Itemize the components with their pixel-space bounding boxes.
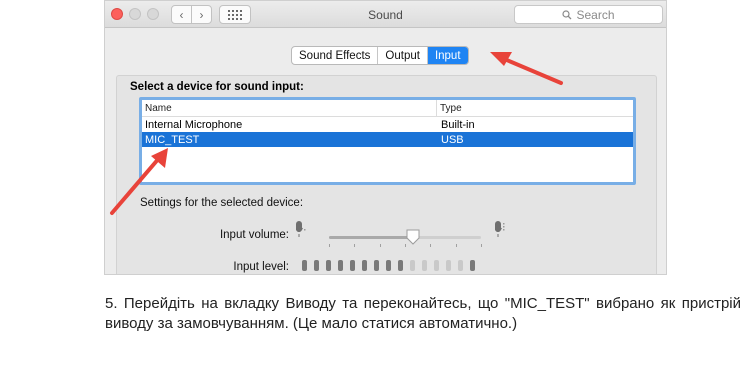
column-header-type[interactable]: Type: [436, 100, 462, 116]
level-segment: [314, 260, 319, 271]
slider-knob[interactable]: [406, 229, 420, 245]
slider-tick: [430, 244, 431, 247]
level-segment: [398, 260, 403, 271]
slider-tick: [405, 244, 406, 247]
input-volume-label: Input volume:: [219, 229, 289, 241]
level-segment: [326, 260, 331, 271]
table-header: Name Type: [142, 100, 633, 117]
slider-ticks: [329, 244, 482, 248]
table-row[interactable]: Internal Microphone Built-in: [142, 117, 633, 132]
sound-preferences-window: ‹ › Sound Search Sound Effects Output In…: [104, 0, 667, 275]
search-field[interactable]: Search: [514, 5, 663, 24]
level-segment: [386, 260, 391, 271]
instruction-caption: 5. Перейдіть на вкладку Виводу та переко…: [105, 295, 741, 332]
input-level-label: Input level:: [233, 261, 289, 273]
level-segment: [350, 260, 355, 271]
device-type: USB: [441, 133, 464, 146]
title-bar: ‹ › Sound Search: [105, 1, 666, 28]
level-segment: [374, 260, 379, 271]
level-segment: [362, 260, 367, 271]
input-volume-slider[interactable]: [329, 229, 481, 245]
level-segment: [422, 260, 427, 271]
search-placeholder: Search: [576, 7, 615, 22]
slider-tick: [380, 244, 381, 247]
section-title: Select a device for sound input:: [130, 81, 304, 93]
input-device-table[interactable]: Name Type Internal Microphone Built-in M…: [139, 97, 636, 185]
column-header-name[interactable]: Name: [142, 103, 436, 114]
slider-tick: [329, 244, 330, 247]
slider-tick: [456, 244, 457, 247]
slider-tick: [354, 244, 355, 247]
device-type: Built-in: [441, 118, 475, 131]
device-name: MIC_TEST: [145, 133, 200, 146]
level-segment: [458, 260, 463, 271]
search-icon: [562, 9, 572, 19]
input-level-meter: [302, 260, 475, 271]
device-name: Internal Microphone: [145, 118, 243, 131]
level-segment: [410, 260, 415, 271]
microphone-high-icon: [495, 221, 505, 237]
level-segment: [434, 260, 439, 271]
level-segment: [302, 260, 307, 271]
level-segment: [470, 260, 475, 271]
level-segment: [446, 260, 451, 271]
tab-output[interactable]: Output: [378, 47, 428, 64]
table-row-selected[interactable]: MIC_TEST USB: [142, 132, 633, 147]
tab-bar: Sound Effects Output Input: [291, 46, 469, 65]
tab-input[interactable]: Input: [427, 47, 468, 64]
level-segment: [338, 260, 343, 271]
settings-title: Settings for the selected device:: [140, 197, 304, 209]
microphone-low-icon: [296, 221, 306, 237]
slider-tick: [481, 244, 482, 247]
slider-fill: [329, 236, 413, 239]
tab-sound-effects[interactable]: Sound Effects: [292, 47, 379, 64]
